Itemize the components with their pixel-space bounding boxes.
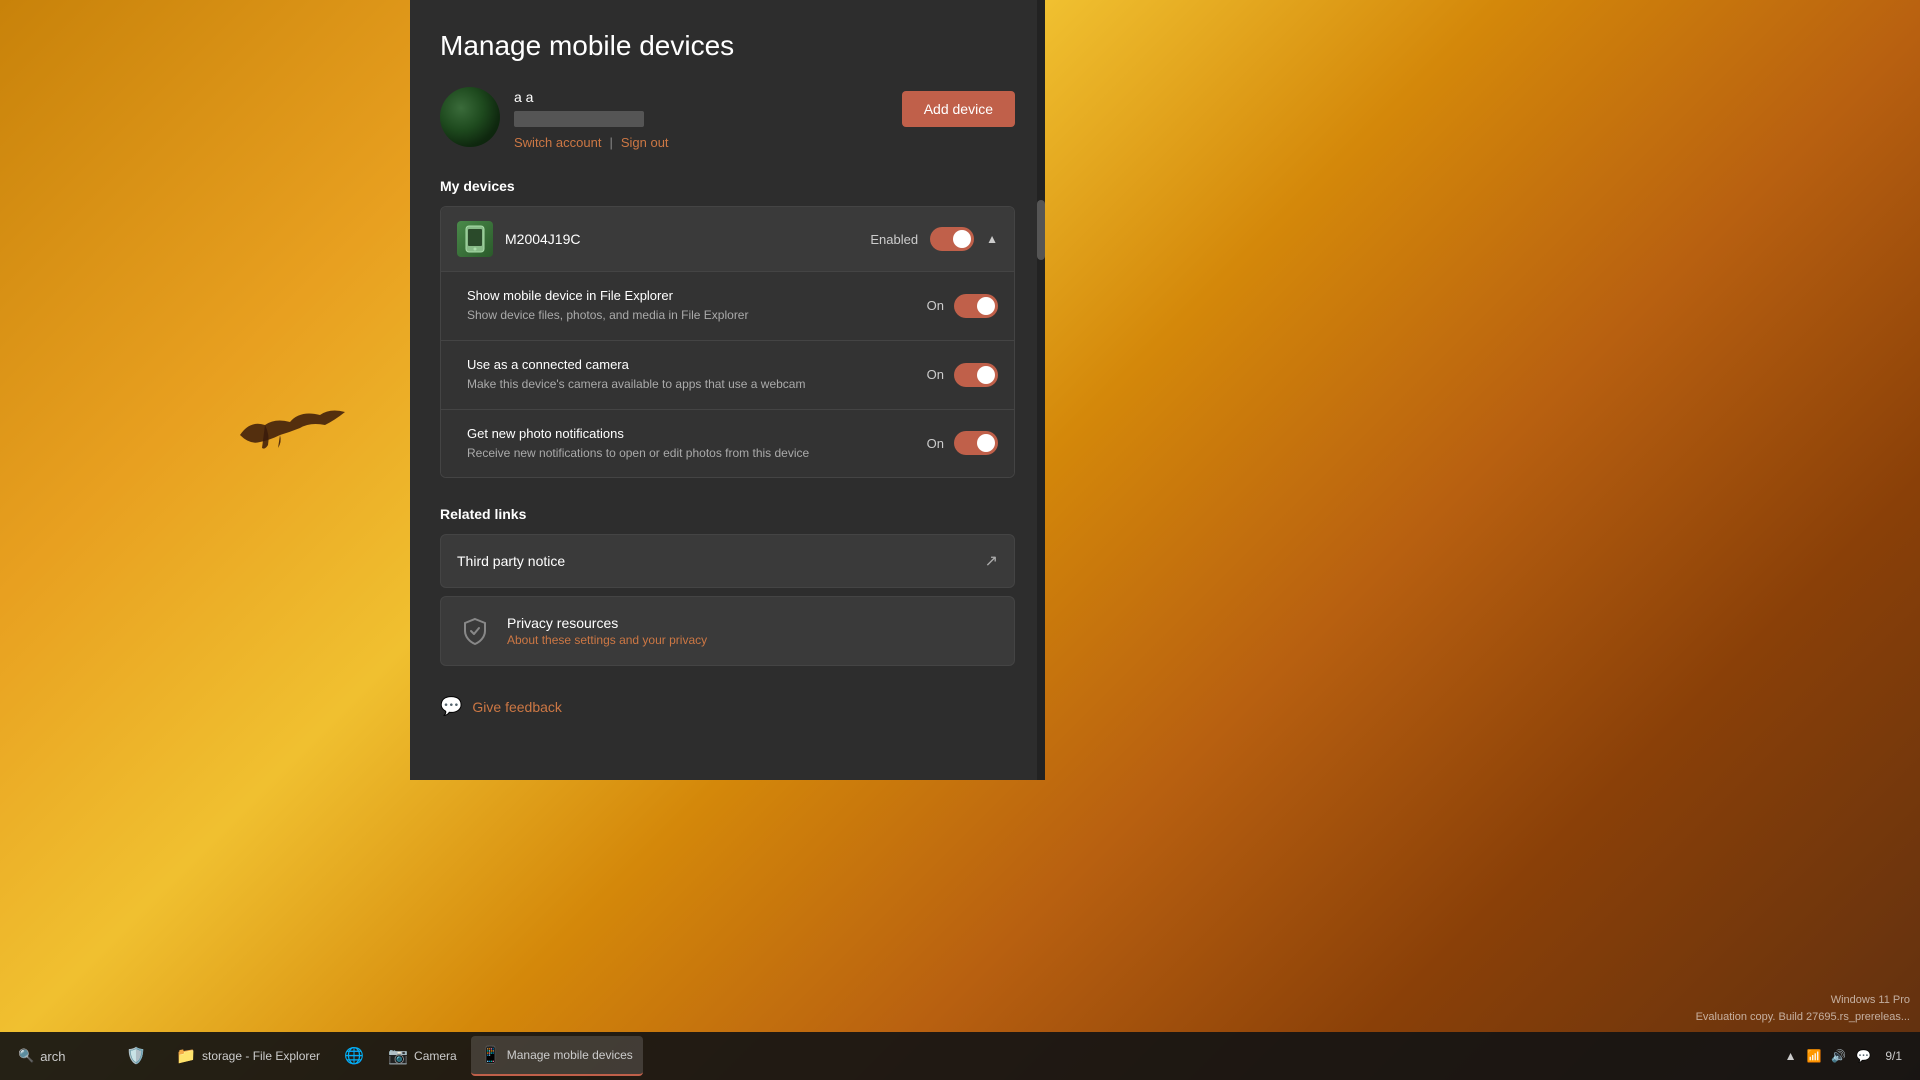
- camera-setting-info: Use as a connected camera Make this devi…: [467, 357, 927, 393]
- bird-silhouette: [230, 390, 350, 470]
- taskbar-apps: 🛡️ 📁 storage - File Explorer 🌐 📷 Camera …: [116, 1036, 643, 1076]
- photo-notifications-setting-info: Get new photo notifications Receive new …: [467, 426, 927, 462]
- user-name: a a: [514, 89, 669, 105]
- device-enabled-toggle[interactable]: [930, 227, 974, 251]
- volume-icon[interactable]: 🔊: [1831, 1049, 1846, 1063]
- camera-on-label: On: [927, 367, 944, 382]
- clock-date[interactable]: 9/1: [1885, 1049, 1902, 1063]
- related-links-heading: Related links: [440, 506, 1015, 522]
- device-header[interactable]: M2004J19C Enabled ▲: [441, 207, 1014, 271]
- camera-app-icon: 📷: [388, 1046, 408, 1066]
- user-section: a a Switch account | Sign out Add device: [440, 87, 1015, 150]
- avatar: [440, 87, 500, 147]
- enabled-label: Enabled: [870, 232, 918, 247]
- my-devices-heading: My devices: [440, 178, 1015, 194]
- photo-notifications-setting-right: On: [927, 431, 998, 455]
- external-link-icon: ↗: [985, 551, 998, 571]
- sign-out-link[interactable]: Sign out: [621, 135, 669, 150]
- user-email-bar: [514, 111, 644, 127]
- photo-notifications-setting-title: Get new photo notifications: [467, 426, 907, 441]
- device-header-left: M2004J19C: [457, 221, 581, 257]
- camera-setting-right: On: [927, 363, 998, 387]
- chevron-up-icon[interactable]: ▲: [986, 232, 998, 246]
- taskbar-search[interactable]: 🔍 arch: [8, 1044, 108, 1068]
- device-icon: [457, 221, 493, 257]
- switch-account-link[interactable]: Switch account: [514, 135, 601, 150]
- device-name: M2004J19C: [505, 231, 581, 247]
- third-party-notice-title: Third party notice: [457, 553, 565, 569]
- taskbar-app-camera[interactable]: 📷 Camera: [378, 1036, 467, 1076]
- shield-icon: [457, 613, 493, 649]
- link-separator: |: [609, 135, 612, 150]
- taskbar-app-file-explorer-label: storage - File Explorer: [202, 1049, 320, 1063]
- privacy-subtitle: About these settings and your privacy: [507, 633, 707, 647]
- scrollbar-thumb[interactable]: [1037, 200, 1045, 260]
- windows-watermark: Windows 11 Pro Evaluation copy. Build 27…: [1696, 992, 1910, 1025]
- file-explorer-setting-info: Show mobile device in File Explorer Show…: [467, 288, 927, 324]
- camera-setting-title: Use as a connected camera: [467, 357, 907, 372]
- security-app-icon: 🛡️: [126, 1046, 146, 1066]
- feedback-section: 💬 Give feedback: [440, 686, 1015, 727]
- camera-toggle[interactable]: [954, 363, 998, 387]
- taskbar-app-mobile-devices[interactable]: 📱 Manage mobile devices: [471, 1036, 643, 1076]
- camera-setting-row: Use as a connected camera Make this devi…: [441, 340, 1014, 409]
- taskbar-app-camera-label: Camera: [414, 1049, 457, 1063]
- user-info: a a Switch account | Sign out: [440, 87, 669, 150]
- taskbar-app-file-explorer[interactable]: 📁 storage - File Explorer: [166, 1036, 330, 1076]
- network-icon[interactable]: 📶: [1806, 1049, 1821, 1063]
- settings-panel: Manage mobile devices a a Switch account…: [410, 0, 1045, 780]
- privacy-info: Privacy resources About these settings a…: [507, 615, 707, 647]
- win-watermark-line1: Windows 11 Pro: [1696, 992, 1910, 1009]
- file-explorer-toggle[interactable]: [954, 294, 998, 318]
- related-links-section: Related links Third party notice ↗ Priva…: [440, 506, 1015, 666]
- add-device-button[interactable]: Add device: [902, 91, 1015, 127]
- device-container: M2004J19C Enabled ▲ Show mobile device i…: [440, 206, 1015, 478]
- edge-icon: 🌐: [344, 1046, 364, 1066]
- notification-icon[interactable]: 💬: [1856, 1049, 1871, 1063]
- scrollbar[interactable]: [1037, 0, 1045, 780]
- privacy-resources-item[interactable]: Privacy resources About these settings a…: [440, 596, 1015, 666]
- file-explorer-setting-desc: Show device files, photos, and media in …: [467, 307, 907, 324]
- device-header-right: Enabled ▲: [870, 227, 998, 251]
- photo-notifications-setting-desc: Receive new notifications to open or edi…: [467, 445, 907, 462]
- taskbar-right: ▲ 📶 🔊 💬 9/1: [1785, 1049, 1912, 1063]
- photo-notifications-on-label: On: [927, 436, 944, 451]
- camera-setting-desc: Make this device's camera available to a…: [467, 376, 907, 393]
- photo-notifications-setting-row: Get new photo notifications Receive new …: [441, 409, 1014, 478]
- file-explorer-setting-right: On: [927, 294, 998, 318]
- feedback-icon: 💬: [440, 696, 462, 717]
- third-party-notice-item[interactable]: Third party notice ↗: [440, 534, 1015, 588]
- photo-notifications-toggle[interactable]: [954, 431, 998, 455]
- chevron-up-icon[interactable]: ▲: [1785, 1049, 1797, 1063]
- privacy-title: Privacy resources: [507, 615, 707, 631]
- mobile-devices-icon: 📱: [481, 1045, 501, 1065]
- user-details: a a Switch account | Sign out: [514, 87, 669, 150]
- search-text: arch: [40, 1049, 65, 1064]
- file-explorer-icon: 📁: [176, 1046, 196, 1066]
- system-icons: ▲ 📶 🔊 💬: [1785, 1049, 1872, 1063]
- file-explorer-setting-title: Show mobile device in File Explorer: [467, 288, 907, 303]
- search-icon: 🔍: [18, 1048, 34, 1064]
- taskbar: 🔍 arch 🛡️ 📁 storage - File Explorer 🌐 📷 …: [0, 1032, 1920, 1080]
- taskbar-app-edge[interactable]: 🌐: [334, 1036, 374, 1076]
- feedback-link[interactable]: Give feedback: [472, 699, 562, 715]
- file-explorer-on-label: On: [927, 298, 944, 313]
- taskbar-app-security[interactable]: 🛡️: [116, 1036, 162, 1076]
- privacy-item-content: Privacy resources About these settings a…: [457, 613, 707, 649]
- user-links: Switch account | Sign out: [514, 135, 669, 150]
- file-explorer-setting-row: Show mobile device in File Explorer Show…: [441, 271, 1014, 340]
- win-watermark-line2: Evaluation copy. Build 27695.rs_prerelea…: [1696, 1009, 1910, 1026]
- page-title: Manage mobile devices: [440, 30, 1015, 62]
- taskbar-app-mobile-devices-label: Manage mobile devices: [507, 1048, 633, 1062]
